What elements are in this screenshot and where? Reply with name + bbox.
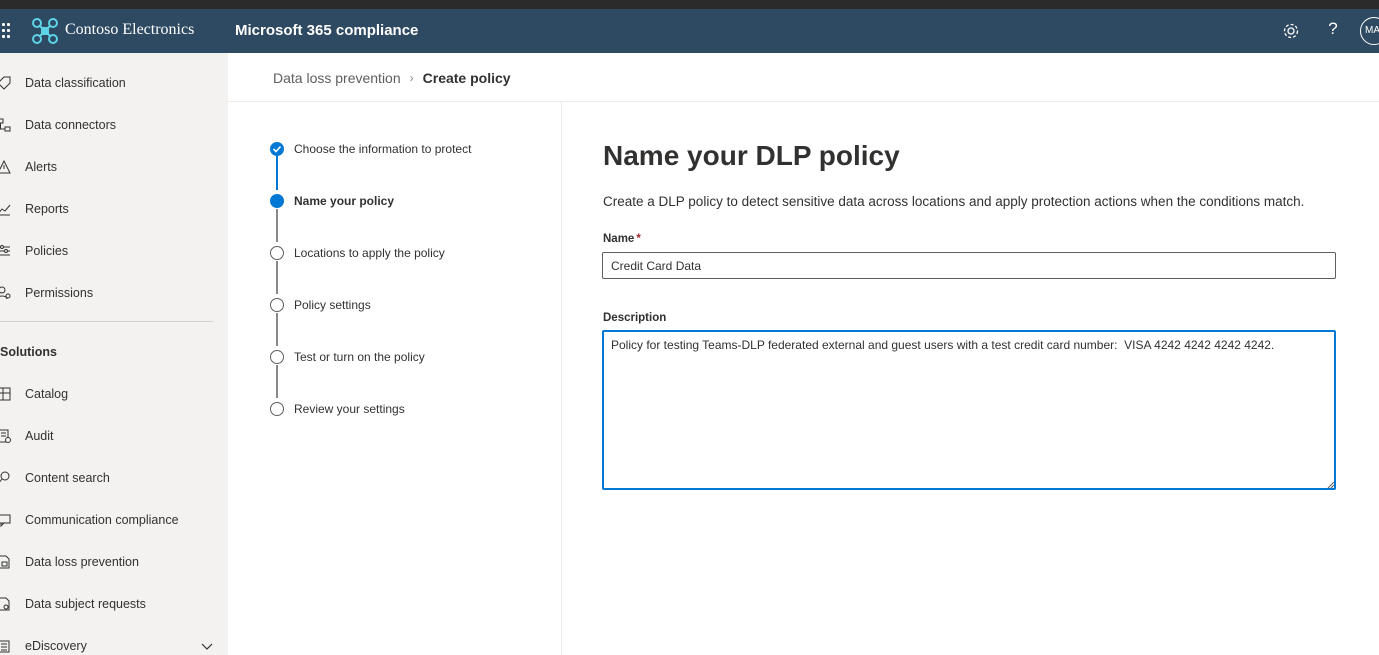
name-field-label: Name * xyxy=(603,233,641,245)
step-connector xyxy=(276,261,278,294)
nav-item-label: Data loss prevention xyxy=(25,555,139,569)
step-label: Review your settings xyxy=(294,402,405,416)
dlp-icon xyxy=(0,555,10,569)
current-step-dot-icon xyxy=(270,194,284,208)
nav-item-audit[interactable]: Audit xyxy=(0,416,228,456)
nav-item-policies[interactable]: Policies xyxy=(0,231,228,271)
nav-item-label: Data subject requests xyxy=(25,597,146,611)
breadcrumb-dlp-link[interactable]: Data loss prevention xyxy=(273,70,401,86)
nav-item-ediscovery[interactable]: eDiscovery xyxy=(0,626,228,655)
nav-item-label: Reports xyxy=(25,202,69,216)
brand-name[interactable]: Contoso Electronics xyxy=(65,21,194,39)
nav-item-label: Data classification xyxy=(25,76,126,90)
window-top-strip xyxy=(0,0,1379,9)
nav-item-content-search[interactable]: Content search xyxy=(0,458,228,498)
pending-step-circle-icon xyxy=(270,298,284,312)
breadcrumb-divider xyxy=(228,101,1379,102)
nav-item-data-connectors[interactable]: Data connectors xyxy=(0,105,228,145)
step-label: Test or turn on the policy xyxy=(294,350,425,364)
help-icon[interactable]: ? xyxy=(1325,19,1341,41)
step-label: Locations to apply the policy xyxy=(294,246,445,260)
nav-item-label: Permissions xyxy=(25,286,94,300)
nav-item-alerts[interactable]: Alerts xyxy=(0,147,228,187)
breadcrumb: Data loss prevention › Create policy xyxy=(273,70,511,86)
resize-grip-icon[interactable] xyxy=(1327,481,1335,489)
name-label-text: Name xyxy=(603,233,635,245)
nav-item-label: Data connectors xyxy=(25,118,117,132)
pending-step-circle-icon xyxy=(270,246,284,260)
nav-item-label: Content search xyxy=(25,471,110,485)
nav-item-communication-compliance[interactable]: Communication compliance xyxy=(0,500,228,540)
nav-item-label: eDiscovery xyxy=(25,639,87,653)
alert-icon xyxy=(0,159,11,174)
policy-description-textarea[interactable]: Policy for testing Teams-DLP federated e… xyxy=(602,330,1336,490)
audit-icon xyxy=(0,429,11,443)
user-avatar[interactable]: MA xyxy=(1360,17,1379,45)
page-description: Create a DLP policy to detect sensitive … xyxy=(603,194,1305,209)
contoso-logo-icon xyxy=(32,18,58,44)
app-title[interactable]: Microsoft 365 compliance xyxy=(235,22,418,39)
description-field-label: Description xyxy=(603,312,667,324)
nav-item-label: Alerts xyxy=(25,160,57,174)
step-label: Name your policy xyxy=(294,194,395,208)
app-header: Contoso Electronics Microsoft 365 compli… xyxy=(0,9,1379,53)
wizard-divider xyxy=(561,102,562,655)
nav-item-label: Catalog xyxy=(25,387,69,401)
communication-icon xyxy=(0,514,11,528)
required-marker: * xyxy=(636,233,641,245)
nav-item-label: Policies xyxy=(25,244,69,258)
chevron-down-icon[interactable] xyxy=(200,641,214,651)
nav-item-data-loss-prevention[interactable]: Data loss prevention xyxy=(0,542,228,582)
nav-item-catalog[interactable]: Catalog xyxy=(0,374,228,414)
nav-item-label: Audit xyxy=(25,429,54,443)
nav-item-permissions[interactable]: Permissions xyxy=(0,273,228,313)
connector-icon xyxy=(0,118,11,132)
checkmark-icon xyxy=(270,142,284,156)
policies-icon xyxy=(0,245,10,256)
nav-item-data-classification[interactable]: Data classification xyxy=(0,63,228,103)
nav-section-solutions: Solutions xyxy=(0,345,57,359)
pending-step-circle-icon xyxy=(270,350,284,364)
catalog-icon xyxy=(0,387,11,401)
ediscovery-icon xyxy=(0,640,10,653)
step-label: Policy settings xyxy=(294,298,371,312)
step-connector xyxy=(276,365,278,398)
subject-requests-icon xyxy=(0,597,10,611)
settings-gear-icon[interactable] xyxy=(1281,21,1301,41)
left-navigation: Data classification Data connectors Aler… xyxy=(0,53,228,655)
page-title: Name your DLP policy xyxy=(603,140,900,171)
step-connector xyxy=(276,156,278,190)
nav-item-label: Communication compliance xyxy=(25,513,179,527)
tag-icon xyxy=(0,76,11,90)
nav-divider xyxy=(0,321,213,322)
nav-item-data-subject-requests[interactable]: Data subject requests xyxy=(0,584,228,624)
step-connector xyxy=(276,209,278,242)
policy-name-input[interactable] xyxy=(602,252,1336,279)
breadcrumb-chevron-icon: › xyxy=(409,71,414,85)
app-launcher-icon[interactable] xyxy=(0,21,12,41)
pending-step-circle-icon xyxy=(270,402,284,416)
breadcrumb-current: Create policy xyxy=(422,70,511,86)
step-connector xyxy=(276,313,278,346)
chart-icon xyxy=(0,204,11,216)
permissions-icon xyxy=(0,286,11,300)
nav-item-reports[interactable]: Reports xyxy=(0,189,228,229)
search-icon xyxy=(0,471,10,483)
step-label: Choose the information to protect xyxy=(294,142,472,156)
